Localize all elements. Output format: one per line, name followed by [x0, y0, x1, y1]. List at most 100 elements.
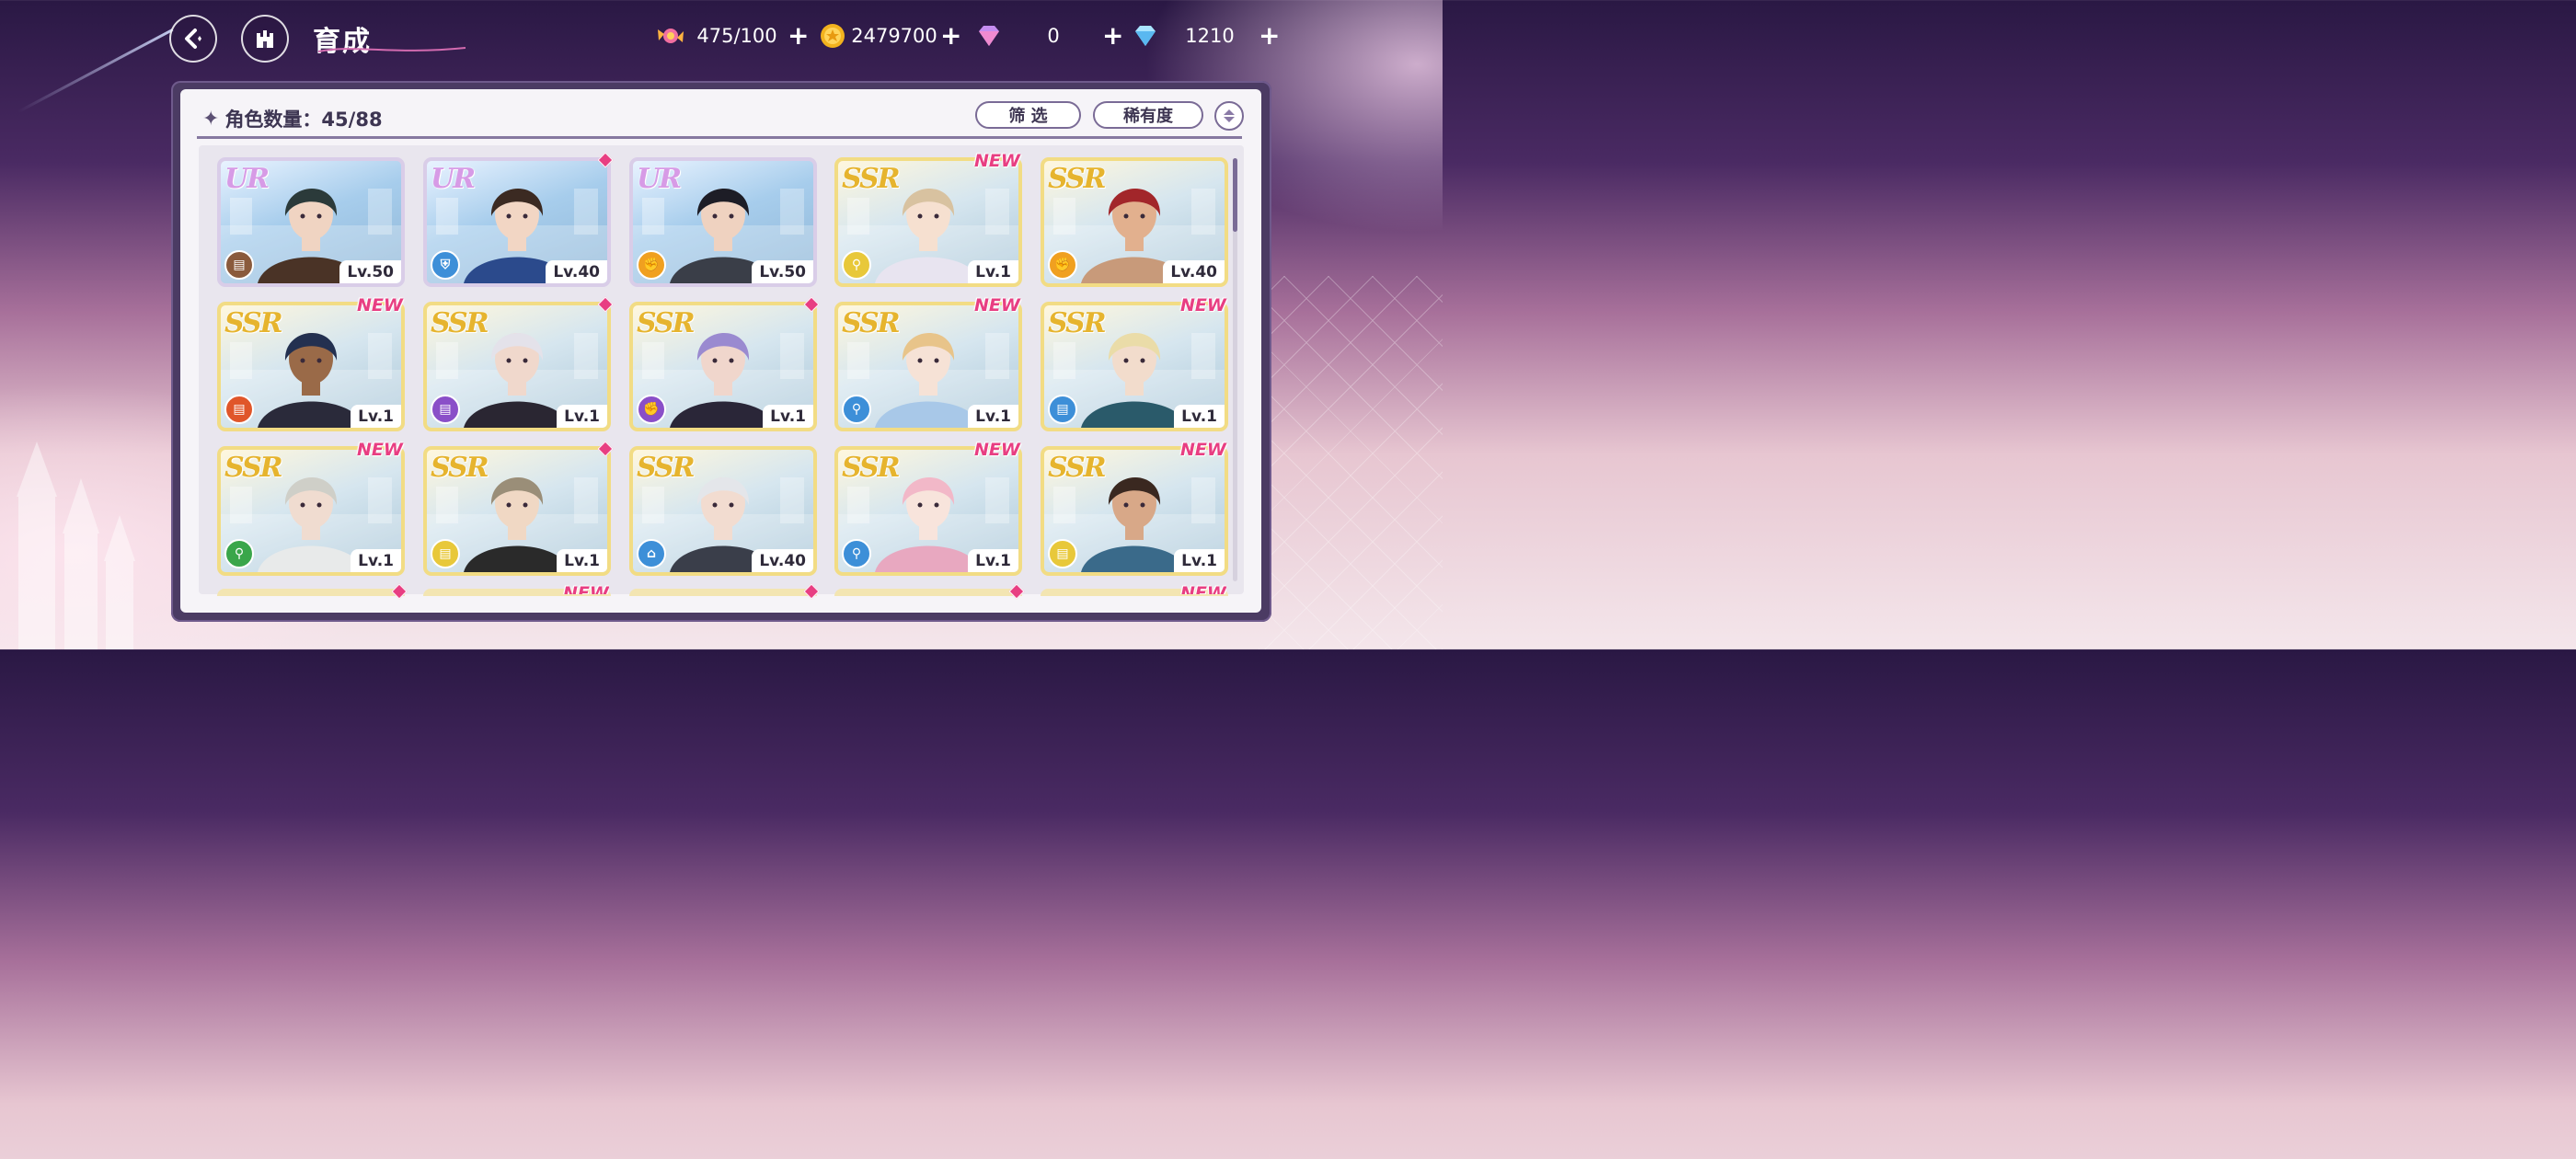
rarity-label: SSR — [1048, 307, 1107, 339]
boot-icon: ⌂ — [637, 539, 666, 568]
character-card[interactable]: SSR ✊ Lv.40 — [1041, 157, 1228, 287]
wand-icon: ⚲ — [842, 250, 871, 280]
book-icon: ▤ — [431, 395, 460, 424]
add-blue-diamond-button[interactable]: + — [1259, 23, 1280, 49]
candy-icon — [658, 29, 684, 43]
rarity-label: SSR — [842, 452, 901, 484]
level-label: Lv.1 — [351, 405, 401, 428]
rarity-label: SSR — [637, 452, 696, 484]
sort-down-icon — [1224, 117, 1235, 122]
character-card[interactable]: UR ▤ Lv.50 — [217, 157, 405, 287]
rarity-label: UR — [224, 163, 270, 195]
new-badge: NEW — [974, 295, 1020, 316]
level-label: Lv.1 — [968, 260, 1018, 283]
castle-home-icon — [257, 30, 273, 48]
top-bar: 育成 475/100 + 2479700 + 0 + 1210 + — [0, 0, 1443, 77]
rarity-label: SSR — [224, 307, 283, 339]
character-card[interactable]: SSR ⚲ Lv.1 — [834, 446, 1022, 576]
level-label: Lv.50 — [339, 260, 401, 283]
fist-icon: ✊ — [1048, 250, 1077, 280]
character-card-partial[interactable] — [217, 589, 405, 596]
character-count-label: 角色数量：45/88 — [224, 109, 383, 131]
rarity-label: SSR — [842, 307, 901, 339]
stamina-value: 475/100 — [696, 25, 777, 47]
sort-order-toggle[interactable] — [1214, 101, 1244, 131]
new-badge: NEW — [974, 151, 1020, 171]
home-button[interactable] — [241, 15, 289, 63]
coin-icon — [821, 24, 845, 48]
rarity-label: SSR — [1048, 452, 1107, 484]
character-card[interactable]: SSR ▤ Lv.1 — [217, 302, 405, 431]
wand-icon: ⚲ — [224, 539, 254, 568]
character-card-partial[interactable] — [834, 589, 1022, 596]
level-label: Lv.1 — [968, 405, 1018, 428]
title-underline-decoration — [318, 47, 466, 52]
sort-up-icon — [1224, 109, 1235, 115]
new-badge: NEW — [357, 440, 403, 460]
character-card[interactable]: SSR ▤ Lv.1 — [1041, 446, 1228, 576]
sort-by-rarity-button[interactable]: 稀有度 — [1093, 101, 1203, 129]
level-label: Lv.1 — [763, 405, 813, 428]
add-pink-gem-button[interactable]: + — [1102, 23, 1123, 49]
gold-value: 2479700 — [851, 25, 937, 47]
wand-icon: ⚲ — [842, 539, 871, 568]
level-label: Lv.1 — [557, 549, 607, 572]
book-icon: ▤ — [224, 250, 254, 280]
add-stamina-button[interactable]: + — [788, 23, 809, 49]
rarity-label: UR — [637, 163, 682, 195]
back-arrow-icon — [185, 29, 201, 49]
sparkle-icon: ✦ — [202, 107, 220, 131]
add-gold-button[interactable]: + — [940, 23, 961, 49]
rarity-label: SSR — [637, 307, 696, 339]
pink-gem-counter: 0 + — [973, 20, 1123, 52]
new-badge: NEW — [974, 440, 1020, 460]
character-card[interactable]: SSR ⌂ Lv.40 — [629, 446, 817, 576]
level-label: Lv.50 — [752, 260, 813, 283]
character-card[interactable]: SSR ▤ Lv.1 — [423, 446, 611, 576]
character-card[interactable]: SSR ⚲ Lv.1 — [834, 302, 1022, 431]
stamina-counter: 475/100 + — [655, 20, 809, 52]
filter-button[interactable]: 筛 选 — [975, 101, 1081, 129]
rarity-label: UR — [431, 163, 476, 195]
book-icon: ▤ — [1048, 395, 1077, 424]
character-card[interactable]: SSR ✊ Lv.1 — [629, 302, 817, 431]
rarity-label: SSR — [224, 452, 283, 484]
header-divider — [197, 136, 1242, 139]
blue-diamond-icon — [1135, 26, 1156, 46]
level-label: Lv.40 — [546, 260, 607, 283]
level-label: Lv.1 — [1174, 405, 1225, 428]
new-badge: NEW — [1180, 295, 1226, 316]
castle-silhouette-decoration — [17, 442, 135, 649]
gold-counter: 2479700 + — [817, 20, 961, 52]
level-label: Lv.40 — [752, 549, 813, 572]
character-card[interactable]: UR ✊ Lv.50 — [629, 157, 817, 287]
diamond-pattern-decoration — [1259, 276, 1443, 649]
character-card-partial[interactable] — [629, 589, 817, 596]
book-icon: ▤ — [1048, 539, 1077, 568]
back-button[interactable] — [169, 15, 217, 63]
blue-diamond-value: 1210 — [1185, 25, 1235, 47]
pink-gem-icon — [979, 26, 999, 46]
level-label: Lv.40 — [1163, 260, 1225, 283]
shield-icon: ⛨ — [431, 250, 460, 280]
character-card[interactable]: SSR ⚲ Lv.1 — [834, 157, 1022, 287]
rarity-label: SSR — [431, 452, 489, 484]
character-card[interactable]: SSR ▤ Lv.1 — [1041, 302, 1228, 431]
character-count: ✦ 角色数量：45/88 — [202, 105, 383, 132]
pink-gem-value: 0 — [1047, 25, 1060, 47]
character-card[interactable]: SSR ⚲ Lv.1 — [217, 446, 405, 576]
new-badge: NEW — [357, 295, 403, 316]
level-label: Lv.1 — [351, 549, 401, 572]
character-card[interactable]: UR ⛨ Lv.40 — [423, 157, 611, 287]
fist-icon: ✊ — [637, 395, 666, 424]
rarity-label: SSR — [1048, 163, 1107, 195]
book-icon: ▤ — [224, 395, 254, 424]
wand-icon: ⚲ — [842, 395, 871, 424]
new-badge: NEW — [563, 583, 609, 594]
character-card[interactable]: SSR ▤ Lv.1 — [423, 302, 611, 431]
blue-diamond-counter: 1210 + — [1130, 20, 1280, 52]
new-badge: NEW — [1180, 440, 1226, 460]
book-icon: ▤ — [431, 539, 460, 568]
scrollbar-thumb[interactable] — [1233, 158, 1237, 232]
fist-icon: ✊ — [637, 250, 666, 280]
